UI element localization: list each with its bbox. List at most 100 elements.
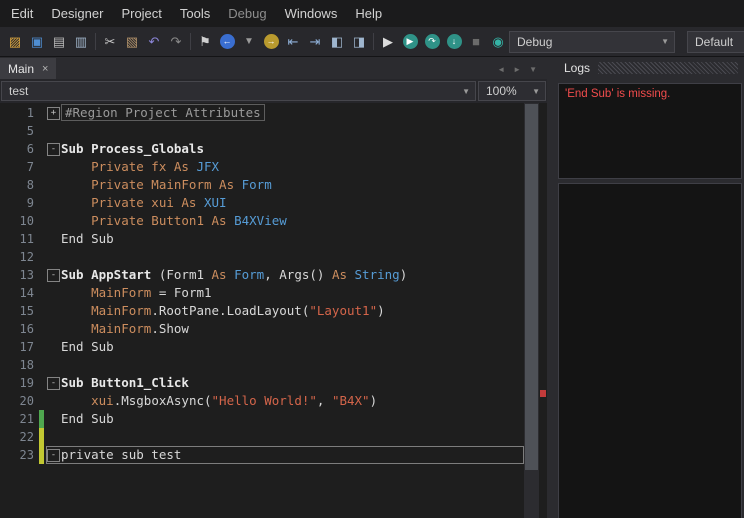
line-content: xui.MsgboxAsync("Hello World!", "B4X"): [46, 392, 524, 410]
designer-icon: ◧: [331, 35, 343, 48]
line-number[interactable]: 13: [0, 266, 39, 284]
line-number[interactable]: 19: [0, 374, 39, 392]
fold-column: -: [46, 446, 61, 464]
navigate-history-dropdown-icon[interactable]: ▼: [238, 31, 260, 53]
code-line[interactable]: End Sub: [61, 410, 114, 428]
line-number[interactable]: 11: [0, 230, 39, 248]
log-output-box[interactable]: [558, 183, 742, 518]
prev-bookmark-icon[interactable]: ⇤: [282, 31, 304, 53]
b4x-compile-icon: ◉: [492, 35, 503, 48]
code-line[interactable]: Private fx As JFX: [61, 158, 219, 176]
code-line[interactable]: Sub Button1_Click: [61, 374, 189, 392]
line-number[interactable]: 15: [0, 302, 39, 320]
stop-icon[interactable]: ■: [465, 31, 487, 53]
navigate-back-icon[interactable]: ←: [216, 31, 238, 53]
scrollbar-thumb[interactable]: [525, 104, 538, 470]
line-number[interactable]: 21: [0, 410, 39, 428]
line-number[interactable]: 18: [0, 356, 39, 374]
code-line[interactable]: Private MainForm As Form: [61, 176, 272, 194]
menu-item-tools[interactable]: Tools: [171, 6, 219, 21]
line-number[interactable]: 1: [0, 104, 39, 122]
code-line[interactable]: Sub Process_Globals: [61, 140, 204, 158]
fold-column: -: [46, 266, 61, 284]
cut-icon[interactable]: ✂: [99, 31, 121, 53]
bookmark-icon[interactable]: ⚑: [194, 31, 216, 53]
profile-select[interactable]: Default ▼: [687, 31, 744, 53]
menu-item-edit[interactable]: Edit: [2, 6, 42, 21]
code-line[interactable]: Private Button1 As B4XView: [61, 212, 287, 230]
line-number[interactable]: 8: [0, 176, 39, 194]
sub-selector[interactable]: test ▼: [1, 81, 476, 101]
designer-script-icon[interactable]: ◨: [348, 31, 370, 53]
paste-icon[interactable]: ▧: [121, 31, 143, 53]
collapse-region-icon[interactable]: -: [47, 449, 60, 462]
scroll-tabs-left-icon[interactable]: ◄: [497, 65, 505, 74]
code-line[interactable]: Sub AppStart (Form1 As Form, Args() As S…: [61, 266, 407, 284]
menu-item-project[interactable]: Project: [112, 6, 170, 21]
navigate-back-icon: ←: [220, 34, 235, 49]
save-icon[interactable]: ▣: [26, 31, 48, 53]
tab-list-dropdown-icon[interactable]: ▼: [529, 65, 537, 74]
b4x-compile-icon[interactable]: ◉: [487, 31, 509, 53]
undo-icon[interactable]: ↶: [143, 31, 165, 53]
line-number[interactable]: 9: [0, 194, 39, 212]
next-bookmark-icon[interactable]: ⇥: [304, 31, 326, 53]
code-row: 21 End Sub: [0, 410, 524, 428]
code-line[interactable]: MainForm = Form1: [61, 284, 212, 302]
resume-icon[interactable]: ▶: [399, 31, 421, 53]
line-number[interactable]: 22: [0, 428, 39, 446]
run-icon[interactable]: ▶: [377, 31, 399, 53]
editor-scrollbar[interactable]: [524, 103, 539, 518]
step-into-icon[interactable]: ↓: [443, 31, 465, 53]
code-line[interactable]: private sub test: [61, 446, 181, 464]
bookmark-icon: ⚑: [199, 35, 211, 48]
line-number[interactable]: 7: [0, 158, 39, 176]
collapse-region-icon[interactable]: -: [47, 377, 60, 390]
code-line[interactable]: MainForm.RootPane.LoadLayout("Layout1"): [61, 302, 385, 320]
code-line[interactable]: MainForm.Show: [61, 320, 189, 338]
scroll-tabs-right-icon[interactable]: ►: [513, 65, 521, 74]
line-number[interactable]: 23: [0, 446, 39, 464]
line-number[interactable]: 5: [0, 122, 39, 140]
line-number[interactable]: 17: [0, 338, 39, 356]
panel-splitter[interactable]: [547, 57, 557, 518]
tab-label: Main: [8, 62, 34, 76]
code-token: Sub Process_Globals: [61, 141, 204, 156]
zoom-select[interactable]: 100% ▼: [478, 81, 546, 101]
chevron-down-icon: ▼: [462, 87, 470, 96]
zoom-value: 100%: [486, 84, 517, 98]
line-number[interactable]: 6: [0, 140, 39, 158]
menu-item-help[interactable]: Help: [346, 6, 391, 21]
line-number[interactable]: 14: [0, 284, 39, 302]
code-line[interactable]: End Sub: [61, 230, 114, 248]
code-line[interactable]: Private xui As XUI: [61, 194, 227, 212]
fold-column: +: [46, 104, 61, 122]
tab-main[interactable]: Main ×: [0, 58, 56, 79]
export-icon[interactable]: ▥: [70, 31, 92, 53]
collapse-region-icon[interactable]: -: [47, 143, 60, 156]
line-number[interactable]: 12: [0, 248, 39, 266]
code-line[interactable]: End Sub: [61, 338, 114, 356]
designer-icon[interactable]: ◧: [326, 31, 348, 53]
menu-item-windows[interactable]: Windows: [276, 6, 347, 21]
line-number[interactable]: 20: [0, 392, 39, 410]
change-marker-empty: [39, 284, 44, 302]
expand-region-icon[interactable]: +: [47, 107, 60, 120]
code-row: 20 xui.MsgboxAsync("Hello World!", "B4X"…: [0, 392, 524, 410]
close-icon[interactable]: ×: [42, 63, 48, 75]
build-configuration-select[interactable]: Debug ▼: [509, 31, 675, 53]
redo-icon[interactable]: ↷: [165, 31, 187, 53]
step-over-icon[interactable]: ↷: [421, 31, 443, 53]
warnings-box[interactable]: 'End Sub' is missing.: [558, 83, 742, 179]
line-number[interactable]: 16: [0, 320, 39, 338]
code-line[interactable]: #Region Project Attributes: [61, 104, 265, 122]
navigate-forward-icon[interactable]: →: [260, 31, 282, 53]
open-project-icon[interactable]: ▨: [4, 31, 26, 53]
line-number[interactable]: 10: [0, 212, 39, 230]
save-all-icon[interactable]: ▤: [48, 31, 70, 53]
logs-drag-grip[interactable]: [598, 62, 738, 74]
menu-item-designer[interactable]: Designer: [42, 6, 112, 21]
menu-item-debug[interactable]: Debug: [219, 6, 275, 21]
code-line[interactable]: xui.MsgboxAsync("Hello World!", "B4X"): [61, 392, 377, 410]
collapse-region-icon[interactable]: -: [47, 269, 60, 282]
